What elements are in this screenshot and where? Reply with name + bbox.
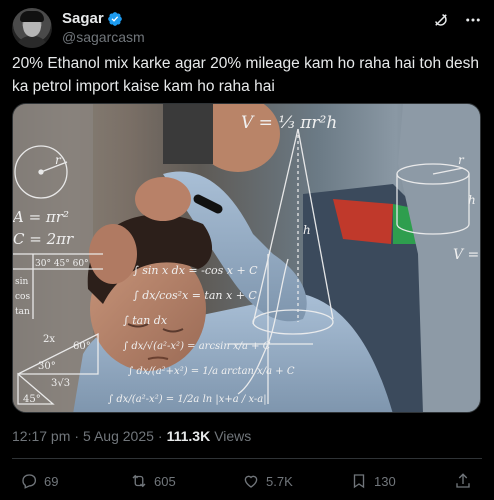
svg-text:∫ dx/√(a²-x²) = arcsin x/a + C: ∫ dx/√(a²-x²) = arcsin x/a + C bbox=[123, 341, 271, 352]
retweet-icon bbox=[132, 474, 146, 488]
header-actions bbox=[432, 11, 482, 29]
svg-text:V = πr²h: V = πr²h bbox=[453, 247, 481, 263]
svg-text:3√3: 3√3 bbox=[51, 378, 70, 389]
author-display-name[interactable]: Sagar bbox=[62, 10, 104, 27]
tweet-actions: 69 605 5.7K 130 bbox=[12, 470, 482, 492]
svg-text:∫ dx/(a²-x²) = 1/2a ln |x+a /: ∫ dx/(a²-x²) = 1/2a ln |x+a / x-a| bbox=[108, 394, 267, 405]
svg-text:tan: tan bbox=[15, 307, 30, 317]
bookmark-button[interactable]: 130 bbox=[350, 472, 396, 490]
svg-text:∫ dx/(a²+x²) = 1/a arctan x/a: ∫ dx/(a²+x²) = 1/a arctan x/a + C bbox=[128, 366, 295, 377]
circle-area-formula: A = πr² bbox=[13, 208, 69, 226]
svg-text:30°: 30° bbox=[38, 361, 56, 372]
svg-text:30° 45° 60°: 30° 45° 60° bbox=[35, 259, 89, 269]
retweet-button[interactable]: 605 bbox=[130, 472, 176, 490]
divider bbox=[12, 458, 482, 459]
svg-text:∫ tan dx: ∫ tan dx bbox=[123, 314, 168, 327]
grok-icon[interactable] bbox=[432, 11, 450, 29]
svg-text:60°: 60° bbox=[73, 341, 91, 352]
tweet-date[interactable]: 5 Aug 2025 bbox=[83, 428, 154, 444]
svg-text:h: h bbox=[468, 193, 476, 207]
reply-count: 69 bbox=[44, 473, 59, 489]
reply-icon bbox=[22, 474, 37, 489]
tweet-media-image[interactable]: V = ⅓ πr²h A = πr² C = 2πr r V = πr²h ∫ … bbox=[12, 103, 481, 413]
more-icon[interactable] bbox=[464, 11, 482, 29]
tweet-header: Sagar @sagarcasm bbox=[12, 8, 482, 48]
bookmark-count: 130 bbox=[374, 473, 396, 489]
like-count: 5.7K bbox=[266, 473, 293, 489]
avatar[interactable] bbox=[12, 8, 52, 48]
views-count[interactable]: 111.3K bbox=[167, 428, 211, 444]
cone-volume-formula: V = ⅓ πr²h bbox=[241, 113, 337, 133]
bookmark-icon bbox=[353, 474, 365, 489]
share-icon bbox=[456, 473, 470, 488]
views-label[interactable]: Views bbox=[214, 428, 251, 444]
meta-separator-2: · bbox=[157, 428, 163, 444]
tweet-text: 20% Ethanol mix karke agar 20% mileage k… bbox=[12, 55, 479, 95]
svg-text:2x: 2x bbox=[43, 334, 55, 345]
tweet-time[interactable]: 12:17 pm bbox=[12, 428, 70, 444]
author-handle[interactable]: @sagarcasm bbox=[62, 29, 145, 45]
confused-math-meme-photo: V = ⅓ πr²h A = πr² C = 2πr r V = πr²h ∫ … bbox=[13, 104, 481, 412]
heart-icon bbox=[244, 475, 258, 488]
svg-text:∫ dx/cos²x = tan x + C: ∫ dx/cos²x = tan x + C bbox=[133, 289, 257, 302]
verified-badge-icon bbox=[107, 11, 122, 26]
svg-text:h: h bbox=[303, 223, 311, 237]
circumference-formula: C = 2πr bbox=[13, 230, 74, 248]
meta-separator: · bbox=[74, 428, 80, 444]
svg-text:45°: 45° bbox=[23, 394, 41, 405]
author-name-row[interactable]: Sagar bbox=[62, 10, 123, 27]
svg-text:sin: sin bbox=[15, 277, 28, 287]
tweet-meta: 12:17 pm · 5 Aug 2025 · 111.3K Views bbox=[12, 428, 251, 444]
tweet-card: Sagar @sagarcasm 20% Ethanol mix karke a… bbox=[0, 0, 494, 500]
svg-text:∫ sin x dx = -cos x + C: ∫ sin x dx = -cos x + C bbox=[133, 264, 258, 277]
svg-text:cos: cos bbox=[15, 292, 30, 302]
like-button[interactable]: 5.7K bbox=[242, 472, 293, 490]
retweet-count: 605 bbox=[154, 473, 176, 489]
reply-button[interactable]: 69 bbox=[20, 472, 58, 490]
share-button[interactable] bbox=[454, 472, 472, 490]
